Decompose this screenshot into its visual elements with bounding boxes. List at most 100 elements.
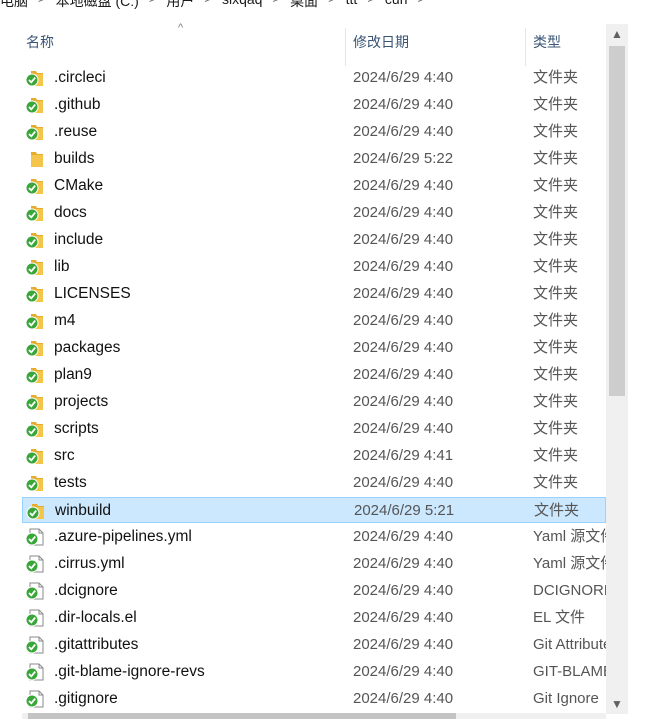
file-name: LICENSES	[54, 285, 131, 302]
chevron-right-icon[interactable]: >	[417, 0, 425, 6]
file-name: CMake	[54, 177, 104, 194]
breadcrumb-item[interactable]: sixqaq	[222, 0, 262, 7]
file-type: Yaml 源文件	[533, 555, 606, 572]
file-type: 文件夹	[533, 69, 579, 86]
modified-date: 2024/6/29 4:40	[353, 339, 454, 356]
file-type: 文件夹	[533, 420, 579, 437]
file-row[interactable]: CMake 2024/6/29 4:40 文件夹	[22, 173, 606, 199]
file-row[interactable]: docs 2024/6/29 4:40 文件夹	[22, 200, 606, 226]
breadcrumb-item[interactable]: 电脑	[0, 0, 28, 11]
file-name: include	[54, 231, 104, 248]
file-type: 文件夹	[533, 150, 579, 167]
chevron-right-icon[interactable]: >	[38, 0, 46, 6]
file-name: winbuild	[55, 502, 112, 519]
file-name: .gitignore	[54, 690, 118, 707]
breadcrumb-item[interactable]: 用户	[166, 0, 194, 11]
file-row[interactable]: .cirrus.yml 2024/6/29 4:40 Yaml 源文件	[22, 551, 606, 577]
file-type: EL 文件	[533, 609, 585, 626]
file-row[interactable]: .gitignore 2024/6/29 4:40 Git Ignore	[22, 686, 606, 712]
file-type: 文件夹	[533, 177, 579, 194]
modified-date: 2024/6/29 4:40	[353, 393, 454, 410]
column-header-type[interactable]: 类型	[533, 32, 561, 52]
scroll-down-arrow-icon[interactable]: ▼	[606, 694, 628, 714]
file-row[interactable]: .azure-pipelines.yml 2024/6/29 4:40 Yaml 源…	[22, 524, 606, 550]
file-row[interactable]: scripts 2024/6/29 4:40 文件夹	[22, 416, 606, 442]
breadcrumb-item[interactable]: 本地磁盘 (C:)	[56, 0, 139, 11]
file-type: 文件夹	[533, 258, 579, 275]
file-row[interactable]: plan9 2024/6/29 4:40 文件夹	[22, 362, 606, 388]
file-type: 文件夹	[533, 123, 579, 140]
modified-date: 2024/6/29 4:40	[353, 555, 454, 572]
breadcrumb: 电脑 > 本地磁盘 (C:) > 用户 > sixqaq > 桌面 > ttt > curl >	[0, 0, 657, 11]
vertical-scrollbar[interactable]: ▲ ▼	[606, 24, 628, 714]
column-header-name[interactable]: 名称	[26, 32, 54, 52]
file-row[interactable]: lib 2024/6/29 4:40 文件夹	[22, 254, 606, 280]
file-row[interactable]: include 2024/6/29 4:40 文件夹	[22, 227, 606, 253]
modified-date: 2024/6/29 4:40	[353, 366, 454, 383]
modified-date: 2024/6/29 4:40	[353, 636, 454, 653]
breadcrumb-item[interactable]: 桌面	[290, 0, 318, 11]
modified-date: 2024/6/29 4:40	[353, 420, 454, 437]
file-name: docs	[54, 204, 87, 221]
modified-date: 2024/6/29 4:40	[353, 663, 454, 680]
horizontal-scrollbar-thumb[interactable]	[28, 713, 456, 719]
modified-date: 2024/6/29 4:40	[353, 204, 454, 221]
file-name: .reuse	[54, 123, 98, 140]
file-row[interactable]: .reuse 2024/6/29 4:40 文件夹	[22, 119, 606, 145]
file-type: DCIGNORE 文件	[533, 582, 606, 599]
chevron-right-icon[interactable]: >	[367, 0, 375, 6]
file-name: tests	[54, 474, 87, 491]
file-name: packages	[54, 339, 121, 356]
file-row[interactable]: .circleci 2024/6/29 4:40 文件夹	[22, 65, 606, 91]
file-row[interactable]: projects 2024/6/29 4:40 文件夹	[22, 389, 606, 415]
file-name: .dir-locals.el	[54, 609, 137, 626]
modified-date: 2024/6/29 4:40	[353, 474, 454, 491]
file-row[interactable]: .dir-locals.el 2024/6/29 4:40 EL 文件	[22, 605, 606, 631]
file-name: .dcignore	[54, 582, 118, 599]
file-type: 文件夹	[533, 447, 579, 464]
file-type: 文件夹	[533, 339, 579, 356]
chevron-right-icon[interactable]: >	[272, 0, 280, 6]
modified-date: 2024/6/29 4:40	[353, 582, 454, 599]
column-header-date[interactable]: 修改日期	[353, 32, 409, 52]
column-header-bar: ^ 名称 修改日期 类型	[0, 18, 657, 67]
file-type: 文件夹	[533, 474, 579, 491]
file-row[interactable]: src 2024/6/29 4:41 文件夹	[22, 443, 606, 469]
column-divider[interactable]	[345, 28, 346, 66]
file-type: 文件夹	[533, 366, 579, 383]
column-divider[interactable]	[525, 28, 526, 66]
chevron-right-icon[interactable]: >	[149, 0, 157, 6]
breadcrumb-item[interactable]: curl	[385, 0, 408, 7]
modified-date: 2024/6/29 4:40	[353, 69, 454, 86]
file-type: 文件夹	[533, 204, 579, 221]
horizontal-scrollbar[interactable]	[22, 713, 606, 719]
modified-date: 2024/6/29 4:41	[353, 447, 454, 464]
file-row[interactable]: .github 2024/6/29 4:40 文件夹	[22, 92, 606, 118]
modified-date: 2024/6/29 4:40	[353, 231, 454, 248]
file-type: 文件夹	[533, 312, 579, 329]
file-row[interactable]: packages 2024/6/29 4:40 文件夹	[22, 335, 606, 361]
chevron-right-icon[interactable]: >	[328, 0, 336, 6]
modified-date: 2024/6/29 4:40	[353, 96, 454, 113]
scroll-up-arrow-icon[interactable]: ▲	[606, 24, 628, 44]
file-name: .azure-pipelines.yml	[54, 528, 192, 545]
file-row[interactable]: .git-blame-ignore-revs 2024/6/29 4:40 GIT-…	[22, 659, 606, 685]
file-row[interactable]: .dcignore 2024/6/29 4:40 DCIGNORE 文件	[22, 578, 606, 604]
file-type: GIT-BLAME	[533, 663, 606, 680]
file-row[interactable]: LICENSES 2024/6/29 4:40 文件夹	[22, 281, 606, 307]
file-type: 文件夹	[533, 285, 579, 302]
file-name: scripts	[54, 420, 99, 437]
breadcrumb-item[interactable]: ttt	[346, 0, 358, 7]
modified-date: 2024/6/29 4:40	[353, 123, 454, 140]
file-name: lib	[54, 258, 70, 275]
file-name: builds	[54, 150, 95, 167]
file-row[interactable]: builds 2024/6/29 5:22 文件夹	[22, 146, 606, 172]
file-row[interactable]: m4 2024/6/29 4:40 文件夹	[22, 308, 606, 334]
chevron-right-icon[interactable]: >	[204, 0, 212, 6]
modified-date: 2024/6/29 5:21	[354, 502, 455, 519]
vertical-scrollbar-thumb[interactable]	[609, 46, 625, 396]
modified-date: 2024/6/29 4:40	[353, 177, 454, 194]
file-row[interactable]: winbuild 2024/6/29 5:21 文件夹	[22, 497, 606, 523]
file-row[interactable]: .gitattributes 2024/6/29 4:40 Git Attribut…	[22, 632, 606, 658]
file-row[interactable]: tests 2024/6/29 4:40 文件夹	[22, 470, 606, 496]
